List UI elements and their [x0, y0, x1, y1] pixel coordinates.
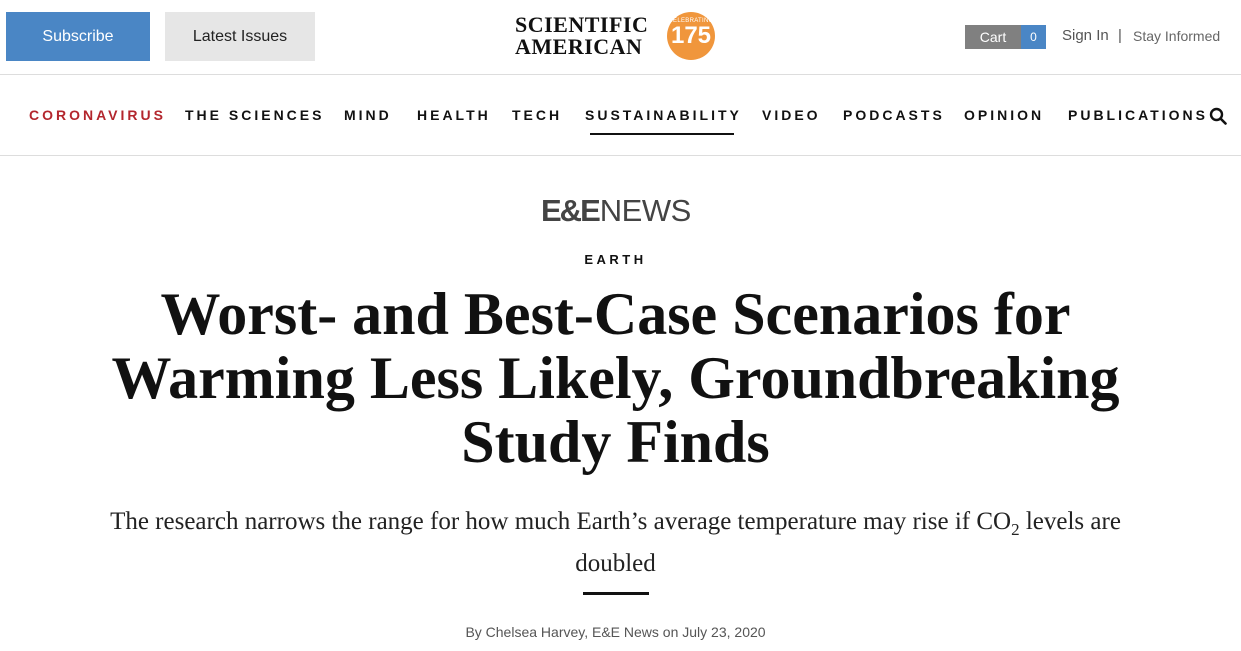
brand-ee: E&E	[541, 193, 601, 228]
nav-item-sustainability[interactable]: SUSTAINABILITY	[585, 107, 742, 135]
dek-subscript: 2	[1011, 520, 1020, 539]
dek-text-start: The research narrows the range for how m…	[110, 508, 1012, 535]
anniversary-badge: CELEBRATING 175	[667, 12, 715, 60]
site-logo[interactable]: SCIENTIFIC AMERICAN CELEBRATING 175	[515, 12, 720, 62]
article-headline: Worst- and Best-Case Scenarios for Warmi…	[111, 281, 1120, 475]
nav-item-podcasts[interactable]: PODCASTS	[843, 107, 945, 123]
ee-news-logo[interactable]: E&E NEWS	[541, 193, 701, 229]
divider-rule	[583, 592, 649, 595]
badge-number: 175	[670, 22, 712, 49]
nav-item-tech[interactable]: TECH	[512, 107, 562, 123]
subscribe-button[interactable]: Subscribe	[6, 12, 150, 61]
logo-wordmark: SCIENTIFIC AMERICAN	[515, 14, 648, 58]
cart-button[interactable]: Cart 0	[965, 25, 1046, 49]
nav-item-the-sciences[interactable]: THE SCIENCES	[185, 107, 324, 123]
cart-label: Cart	[965, 25, 1021, 49]
badge-small-text: CELEBRATING	[668, 18, 714, 24]
nav-item-coronavirus[interactable]: CORONAVIRUS	[29, 107, 166, 123]
nav-item-opinion[interactable]: OPINION	[964, 107, 1044, 123]
byline: By Chelsea Harvey, E&E News on July 23, …	[465, 624, 766, 640]
search-icon[interactable]	[1209, 107, 1227, 125]
nav-item-publications[interactable]: PUBLICATIONS	[1068, 107, 1208, 123]
sign-in-link[interactable]: Sign In	[1062, 27, 1109, 44]
top-bar: Subscribe Latest Issues SCIENTIFIC AMERI…	[0, 0, 1241, 75]
brand-news: NEWS	[599, 193, 692, 228]
nav-item-health[interactable]: HEALTH	[417, 107, 491, 123]
main-nav: CORONAVIRUS THE SCIENCES MIND HEALTH TEC…	[0, 75, 1241, 156]
nav-item-mind[interactable]: MIND	[344, 107, 392, 123]
header-separator: |	[1118, 27, 1122, 44]
article-dek: The research narrows the range for how m…	[110, 505, 1121, 581]
latest-issues-button[interactable]: Latest Issues	[165, 12, 315, 61]
stay-informed-link[interactable]: Stay Informed	[1133, 28, 1220, 44]
cart-count-badge: 0	[1021, 25, 1046, 49]
logo-line-2: AMERICAN	[515, 34, 643, 59]
nav-item-video[interactable]: VIDEO	[762, 107, 821, 123]
logo-line-1: SCIENTIFIC	[515, 12, 649, 37]
section-label[interactable]: EARTH	[0, 252, 1231, 267]
